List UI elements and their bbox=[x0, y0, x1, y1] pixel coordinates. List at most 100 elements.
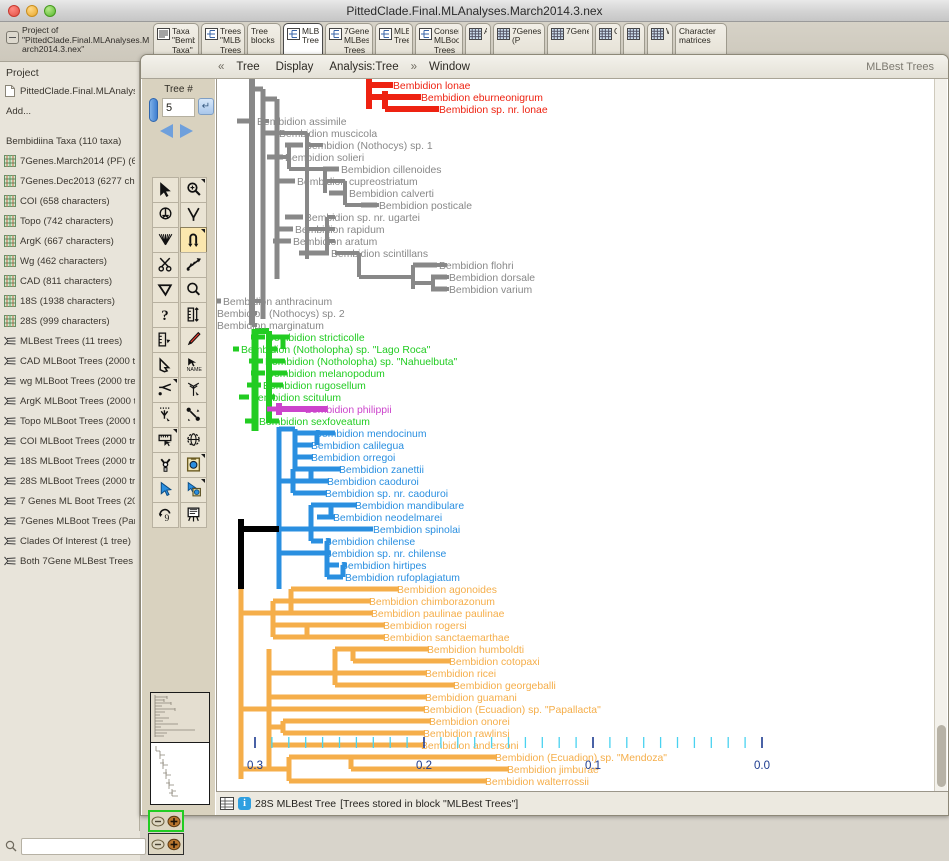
canvas-vertical-scrollbar[interactable] bbox=[934, 79, 947, 793]
sidebar-item-matrix-3[interactable]: Topo (742 characters) bbox=[0, 211, 139, 231]
collapse-tool[interactable] bbox=[180, 202, 207, 228]
sidebar-item-matrix-8[interactable]: 28S (999 characters) bbox=[0, 311, 139, 331]
tree-branch-icon bbox=[4, 515, 16, 527]
globe-tool[interactable] bbox=[180, 427, 207, 453]
search-input[interactable] bbox=[21, 838, 146, 855]
magnify-tool[interactable] bbox=[180, 177, 207, 203]
zoom-out-icon-2[interactable] bbox=[151, 838, 165, 851]
sidebar-item-matrix-1[interactable]: 7Genes.Dec2013 (6277 characters) bbox=[0, 171, 139, 191]
screen-tool-glyph bbox=[185, 506, 202, 523]
tool-menu-corner-icon[interactable] bbox=[201, 454, 205, 458]
info-icon[interactable]: i bbox=[238, 797, 251, 810]
axis-tick-label: 0.2 bbox=[416, 760, 432, 772]
flip-clade-tool[interactable] bbox=[152, 377, 179, 403]
sidebar-item-matrix-4[interactable]: ArgK (667 characters) bbox=[0, 231, 139, 251]
tool-menu-corner-icon[interactable] bbox=[201, 179, 205, 183]
sidebar-item-matrix-6[interactable]: CAD (811 characters) bbox=[0, 271, 139, 291]
tree-slider[interactable] bbox=[149, 98, 158, 122]
flip-clade-tool-glyph bbox=[157, 381, 174, 398]
sidebar-item-treeblock-7[interactable]: 28S MLBoot Trees (2000 trees) bbox=[0, 471, 139, 491]
sidebar-item-treeblock-11[interactable]: Both 7Gene MLBest Trees bbox=[0, 551, 139, 571]
pencil-tool[interactable] bbox=[180, 327, 207, 353]
sidebar-item-treeblock-2[interactable]: wg MLBoot Trees (2000 trees) bbox=[0, 371, 139, 391]
project-info[interactable]: Project of "PittedClade.Final.MLAnalyses… bbox=[6, 23, 151, 61]
menu-analysis-tree[interactable]: Analysis:Tree bbox=[321, 61, 406, 73]
sidebar-item-add[interactable]: Add... bbox=[0, 101, 139, 121]
recolor-tool[interactable]: 9 bbox=[152, 502, 179, 528]
zoom-in-icon-2[interactable] bbox=[167, 838, 181, 851]
reroot-tool[interactable] bbox=[180, 227, 207, 253]
taxon-label: Bembidion mandibulare bbox=[355, 501, 464, 512]
move-branch-tool[interactable] bbox=[180, 252, 207, 278]
lightning-tool[interactable] bbox=[152, 477, 179, 503]
taxon-label: Bembidion sp. nr. caoduroi bbox=[325, 489, 448, 500]
menu-display[interactable]: Display bbox=[268, 61, 322, 73]
sidebar-item-treeblock-8[interactable]: 7 Genes ML Boot Trees (2000 trees) bbox=[0, 491, 139, 511]
thumbnail-detail[interactable] bbox=[151, 743, 209, 802]
node-annotate-tool[interactable] bbox=[152, 452, 179, 478]
ruler-select-tool-glyph bbox=[157, 431, 174, 448]
tree-canvas[interactable]: Bembidion lonaeBembidion eburneonigrumBe… bbox=[216, 79, 935, 793]
sidebar-item-matrix-2[interactable]: COI (658 characters) bbox=[0, 191, 139, 211]
sidebar-search bbox=[0, 831, 140, 861]
taxon-label: Bembidion paulinae paulinae bbox=[371, 609, 505, 620]
info-drop-tool[interactable] bbox=[180, 477, 207, 503]
matrix-icon bbox=[651, 28, 664, 40]
axis-tick-label: 0.3 bbox=[247, 760, 263, 772]
measure-branch-tool[interactable] bbox=[180, 302, 207, 328]
sidebar-item-treeblock-5[interactable]: COI MLBoot Trees (2000 trees) bbox=[0, 431, 139, 451]
notes-tool[interactable] bbox=[180, 452, 207, 478]
taxon-label: Bembidion (Ecuadion) sp. "Mendoza" bbox=[495, 753, 667, 764]
tool-menu-corner-icon[interactable] bbox=[201, 229, 205, 233]
ruler-tool[interactable] bbox=[152, 327, 179, 353]
sidebar-item-file[interactable]: PittedClade.Final.MLAnalyses.March2014.3… bbox=[0, 81, 139, 101]
sidebar-item-treeblock-10[interactable]: Clades Of Interest (1 tree) bbox=[0, 531, 139, 551]
enter-button[interactable]: ↵ bbox=[198, 98, 214, 115]
sidebar-item-matrix-7[interactable]: 18S (1938 characters) bbox=[0, 291, 139, 311]
menu-prev-chevron[interactable]: « bbox=[214, 61, 228, 73]
sidebar-item-treeblock-6[interactable]: 18S MLBoot Trees (2000 trees) bbox=[0, 451, 139, 471]
sidebar-item-matrix-5[interactable]: Wg (462 characters) bbox=[0, 251, 139, 271]
toolstrip-tab-label: MLBest Trees bbox=[394, 27, 409, 46]
zoom-stepper-primary[interactable] bbox=[148, 810, 184, 832]
taxon-label: Bembidion rufoplagiatum bbox=[345, 573, 460, 584]
sidebar-item-taxa[interactable]: Bembidiina Taxa (110 taxa) bbox=[0, 131, 139, 151]
connect-tool[interactable] bbox=[180, 402, 207, 428]
menu-next-chevron[interactable]: » bbox=[407, 61, 421, 73]
sidebar-item-treeblock-1[interactable]: CAD MLBoot Trees (2000 trees) bbox=[0, 351, 139, 371]
scrollbar-thumb[interactable] bbox=[937, 725, 946, 787]
paint-branch-tool[interactable] bbox=[152, 402, 179, 428]
menu-tree[interactable]: Tree bbox=[228, 61, 267, 73]
sidebar-item-treeblock-4[interactable]: Topo MLBoot Trees (2000 trees) bbox=[0, 411, 139, 431]
tree-branch-icon bbox=[4, 455, 16, 467]
zoom-out-icon[interactable] bbox=[151, 815, 165, 828]
brush-tool[interactable] bbox=[180, 377, 207, 403]
name-tool[interactable]: NAME bbox=[180, 352, 207, 378]
sidebar-item-treeblock-0[interactable]: MLBest Trees (11 trees) bbox=[0, 331, 139, 351]
select-clade-tool[interactable] bbox=[152, 277, 179, 303]
tool-menu-corner-icon[interactable] bbox=[201, 479, 205, 483]
zoom-stepper-secondary[interactable] bbox=[148, 833, 184, 855]
sidebar-matrix-label: Wg (462 characters) bbox=[20, 256, 107, 267]
sidebar-item-matrix-0[interactable]: 7Genes.March2014 (PF) (6277 characters) bbox=[0, 151, 139, 171]
ladderize-tool[interactable] bbox=[152, 227, 179, 253]
sidebar-item-treeblock-9[interactable]: 7Genes MLBoot Trees (Partitioned) bbox=[0, 511, 139, 531]
collapse-icon[interactable] bbox=[6, 31, 19, 44]
tree-number-input[interactable]: 5 bbox=[162, 98, 195, 117]
search-tool[interactable] bbox=[180, 277, 207, 303]
tool-menu-corner-icon[interactable] bbox=[173, 379, 177, 383]
drag-tool[interactable] bbox=[152, 352, 179, 378]
screen-tool[interactable] bbox=[180, 502, 207, 528]
root-tool[interactable] bbox=[152, 202, 179, 228]
menu-window[interactable]: Window bbox=[421, 61, 478, 73]
previous-tree-button[interactable] bbox=[160, 124, 173, 138]
sidebar-item-treeblock-3[interactable]: ArgK MLBoot Trees (2000 trees) bbox=[0, 391, 139, 411]
arrow-tool[interactable] bbox=[152, 177, 179, 203]
next-tree-button[interactable] bbox=[180, 124, 193, 138]
tool-menu-corner-icon[interactable] bbox=[173, 429, 177, 433]
ruler-select-tool[interactable] bbox=[152, 427, 179, 453]
thumbnail-overview[interactable] bbox=[151, 693, 209, 743]
zoom-in-icon[interactable] bbox=[167, 815, 181, 828]
query-tool[interactable]: ? bbox=[152, 302, 179, 328]
scissors-tool[interactable] bbox=[152, 252, 179, 278]
